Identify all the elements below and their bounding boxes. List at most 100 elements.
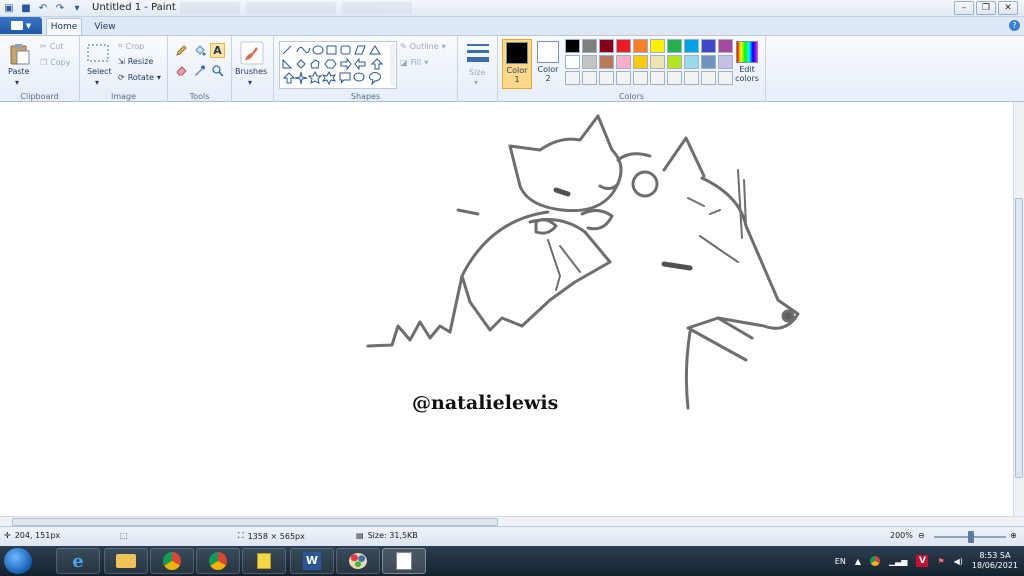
color-picker-tool[interactable] [192,63,207,78]
resize-button[interactable]: ⇲ Resize [118,57,153,66]
maximize-button[interactable]: ❐ [976,1,996,15]
color-swatch[interactable] [684,55,699,69]
shapes-gallery[interactable] [279,41,397,89]
internet-explorer-icon: e [72,550,84,572]
color-swatch[interactable] [650,39,665,53]
fill-button[interactable]: ◪ Fill ▾ [400,58,428,67]
minimize-button[interactable]: – [954,1,974,15]
color-swatch[interactable] [701,55,716,69]
color-swatch[interactable] [718,71,733,85]
color-swatch[interactable] [565,55,580,69]
vertical-scroll-thumb[interactable] [1015,198,1023,478]
color-swatch[interactable] [701,71,716,85]
color-swatch[interactable] [565,39,580,53]
taskbar-chrome-profile[interactable] [196,548,240,574]
language-indicator[interactable]: EN [835,557,846,566]
color-swatch[interactable] [616,55,631,69]
canvas-area[interactable]: @natalielewis [0,102,1024,516]
select-button[interactable]: Select [87,67,112,76]
horizontal-scrollbar[interactable] [0,516,1024,526]
taskbar-sticky-notes[interactable] [242,548,286,574]
color-swatch[interactable] [633,39,648,53]
select-dropdown-arrow[interactable]: ▾ [95,78,99,87]
text-tool[interactable]: A [210,43,225,58]
color-swatch[interactable] [582,39,597,53]
brushes-group[interactable]: Brushes ▾ [232,36,274,102]
crop-button[interactable]: ⌗ Crop [118,41,144,51]
color-swatch[interactable] [650,71,665,85]
color-swatch[interactable] [633,71,648,85]
color-swatch[interactable] [701,39,716,53]
flag-notification-icon[interactable]: ⚑ [937,557,944,566]
brushes-dropdown-arrow[interactable]: ▾ [248,78,252,87]
edit-colors-button[interactable]: Edit colors [732,39,762,89]
taskbar-file-explorer[interactable] [104,548,148,574]
close-button[interactable]: ✕ [998,1,1018,15]
color-swatch[interactable] [667,39,682,53]
color-swatch[interactable] [718,55,733,69]
eraser-tool[interactable] [174,63,189,78]
zoom-out-button[interactable]: ⊖ [918,531,925,540]
taskbar-chrome[interactable] [150,548,194,574]
brushes-button[interactable]: Brushes [235,67,267,76]
paste-dropdown-arrow[interactable]: ▾ [15,78,19,87]
sketch-cat-whisker [456,208,480,216]
undo-icon[interactable]: ↶ [36,1,50,15]
color-swatch[interactable] [599,55,614,69]
paste-button[interactable]: Paste [8,67,30,76]
color-swatch[interactable] [667,71,682,85]
copy-button[interactable]: ❐ Copy [40,58,70,67]
chrome-tray-icon[interactable] [869,556,880,566]
color-swatch[interactable] [616,71,631,85]
show-hidden-icons-icon[interactable]: ▲ [855,557,861,566]
zoom-in-button[interactable]: ⊕ [1010,531,1017,540]
cut-button[interactable]: ✂ Cut [40,42,64,51]
size-button[interactable]: Size [469,68,485,77]
color-swatch[interactable] [684,71,699,85]
image-group-label: Image [110,92,137,101]
help-icon[interactable]: ? [1009,20,1020,31]
size-group[interactable]: Size ▾ [458,36,498,102]
volume-icon[interactable]: ◀) [954,557,963,566]
outline-button[interactable]: ✎ Outline ▾ [400,42,446,51]
color-swatch[interactable] [599,39,614,53]
sketch-cat-eye2 [598,182,620,191]
taskbar-internet-explorer[interactable]: e [56,548,100,574]
color-swatch[interactable] [582,55,597,69]
network-signal-icon[interactable]: ▁▃▅ [889,557,907,566]
antivirus-icon[interactable]: V [916,555,929,567]
fill-tool[interactable] [192,43,207,58]
size-dropdown-arrow[interactable]: ▾ [474,78,478,87]
color-swatch[interactable] [667,55,682,69]
tab-home[interactable]: Home [46,18,82,35]
color-swatch[interactable] [633,55,648,69]
file-menu-button[interactable]: ▼ [0,17,42,34]
redo-icon[interactable]: ↷ [53,1,67,15]
paint-app-icon[interactable]: ▣ [2,1,16,15]
tab-view[interactable]: View [88,18,122,35]
taskbar-paint[interactable] [336,548,380,574]
pencil-tool[interactable] [174,43,189,58]
taskbar-media-app[interactable] [382,548,426,574]
color-swatch[interactable] [616,39,631,53]
color-swatch[interactable] [718,39,733,53]
color-swatch[interactable] [599,71,614,85]
color2-selector[interactable]: Color 2 [534,39,562,89]
taskbar-clock[interactable]: 8:53 SA 18/06/2021 [972,551,1018,571]
zoom-slider-thumb[interactable] [968,531,974,543]
rotate-button[interactable]: ⟳ Rotate ▾ [118,73,161,82]
text-a-icon: A [213,44,222,57]
sketch-drawing[interactable] [0,102,1024,516]
save-icon[interactable]: ■ [19,1,33,15]
color-swatch[interactable] [582,71,597,85]
color-swatch[interactable] [684,39,699,53]
color-swatch[interactable] [565,71,580,85]
horizontal-scroll-thumb[interactable] [12,518,498,526]
vertical-scrollbar[interactable] [1013,102,1024,516]
start-button[interactable] [4,548,32,574]
taskbar-word[interactable]: W [290,548,334,574]
color1-selector[interactable]: Color 1 [502,39,532,89]
magnifier-tool[interactable] [210,63,225,78]
color-swatch[interactable] [650,55,665,69]
customize-qat-icon[interactable]: ▾ [70,1,84,15]
